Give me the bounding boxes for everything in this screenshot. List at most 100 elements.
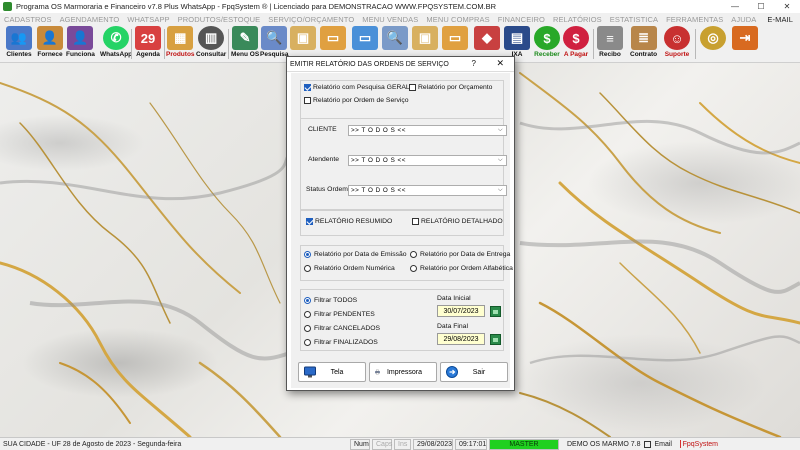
data-final-input[interactable]: 29/08/2023 (437, 333, 485, 345)
toolbar-separator (228, 29, 229, 59)
atendente-label: Atendente (308, 156, 339, 163)
geral-checkbox[interactable]: Relatório com Pesquisa GERAL (304, 84, 410, 91)
orcamento-checkbox[interactable]: Relatório por Orçamento (409, 84, 492, 91)
toolbar-receber-button[interactable]: $ Receber (534, 26, 560, 62)
support-icon: ☺ (664, 26, 690, 50)
menu-financeiro[interactable]: FINANCEIRO (498, 15, 545, 24)
sort-numerica-radio[interactable]: Relatório Ordem Numérica (304, 265, 395, 272)
screen-icon (304, 366, 316, 378)
checkbox-checked (304, 84, 311, 91)
checkbox-unchecked (412, 218, 419, 225)
data-final-label: Data Final (437, 323, 468, 330)
products-icon: ▦ (167, 26, 194, 50)
report-dialog: EMITIR RELATÓRIO DAS ORDENS DE SERVIÇO ?… (286, 56, 515, 391)
data-inicial-input[interactable]: 30/07/2023 (437, 305, 485, 317)
menu-cadastros[interactable]: CADASTROS (4, 15, 52, 24)
detalhado-checkbox[interactable]: RELATÓRIO DETALHADO (412, 218, 503, 225)
menu-bar: CADASTROS AGENDAMENTO WHATSAPP PRODUTOS/… (0, 13, 800, 25)
filter-cancelados-radio[interactable]: Filtrar CANCELADOS (304, 325, 380, 332)
filter-todos-radio[interactable]: Filtrar TODOS (304, 297, 357, 304)
status-master: MASTER (489, 438, 559, 450)
calendar-icon[interactable] (490, 306, 501, 317)
window-title: Programa OS Marmoraria e Financeiro v7.8… (16, 2, 497, 11)
menu-ajuda[interactable]: AJUDA (731, 15, 756, 24)
calendar-icon: 29 (135, 26, 161, 50)
receipt-icon: ≡ (597, 26, 623, 50)
menu-whatsapp[interactable]: WHATSAPP (127, 15, 169, 24)
calendar-icon[interactable] (490, 334, 501, 345)
data-inicial-label: Data Inicial (437, 295, 471, 302)
toolbar-agenda-button[interactable]: 29 Agenda (135, 26, 161, 62)
exit-icon: ⇥ (732, 26, 758, 50)
help-button[interactable]: ? (472, 59, 476, 68)
checkbox-checked (306, 218, 313, 225)
menu-agendamento[interactable]: AGENDAMENTO (60, 15, 120, 24)
sort-alfabetica-radio[interactable]: Relatório por Ordem Alfabética (410, 265, 513, 272)
printer-icon (375, 369, 380, 375)
app-icon (3, 2, 12, 11)
toolbar-a-pagar-button[interactable]: $ A Pagar (563, 26, 589, 62)
toolbar-suporte-button[interactable]: ☺ Suporte (664, 26, 690, 62)
gift-icon: ◆ (474, 26, 500, 50)
radio-selected (304, 251, 311, 258)
coins-icon: ◎ (700, 26, 726, 50)
menu-relatorios[interactable]: RELATÓRIOS (553, 15, 602, 24)
toolbar-contrato-button[interactable]: ≣ Contrato (630, 26, 657, 62)
resumido-checkbox[interactable]: RELATÓRIO RESUMIDO (306, 218, 392, 225)
atendente-select[interactable]: >> T O D O S << ⌵ (348, 155, 507, 166)
chevron-down-icon: ⌵ (497, 157, 503, 163)
toolbar-funciona-button[interactable]: 👤 Funciona (66, 26, 95, 62)
menu-compras[interactable]: MENU COMPRAS (426, 15, 489, 24)
toolbar-menu-os-button[interactable]: ✎ Menu OS (231, 26, 259, 62)
dialog-title-bar: EMITIR RELATÓRIO DAS ORDENS DE SERVIÇO ?… (287, 57, 514, 72)
clients-icon: 👥 (6, 26, 32, 50)
toolbar-coins-button[interactable]: ◎ (700, 26, 726, 62)
sair-button[interactable]: Sair (440, 362, 508, 382)
close-window-button[interactable]: ✕ (774, 0, 800, 13)
status-email[interactable]: Email (641, 439, 675, 450)
filter-finalizados-radio[interactable]: Filtrar FINALIZADOS (304, 339, 378, 346)
dialog-title: EMITIR RELATÓRIO DAS ORDENS DE SERVIÇO (290, 60, 449, 68)
dialog-close-button[interactable]: ✕ (496, 58, 504, 69)
cliente-select[interactable]: >> T O D O S << ⌵ (348, 125, 507, 136)
menu-servico-orcamento[interactable]: SERVIÇO/ORÇAMENTO (268, 15, 354, 24)
employee-icon: 👤 (67, 26, 94, 50)
minimize-button[interactable]: — (722, 0, 748, 13)
toolbar-consultar-button[interactable]: ▥ Consultar (196, 26, 226, 62)
service-order-icon: ✎ (232, 26, 259, 50)
tela-button[interactable]: Tela (298, 362, 366, 382)
filter-pendentes-radio[interactable]: Filtrar PENDENTES (304, 311, 375, 318)
maximize-button[interactable]: ☐ (748, 0, 774, 13)
toolbar-clientes-button[interactable]: 👥 Clientes (6, 26, 32, 62)
menu-email[interactable]: E-MAIL (767, 15, 793, 24)
toolbar-pesquisa-button[interactable]: 🔍 Pesquisa (260, 26, 289, 62)
radio-unselected (410, 251, 417, 258)
search-doc-icon: 🔍 (261, 26, 288, 50)
toolbar-separator (131, 29, 132, 59)
brand-icon (680, 440, 681, 448)
ordem-servico-checkbox[interactable]: Relatório por Ordem de Serviço (304, 97, 409, 104)
email-icon (644, 440, 652, 448)
status-bar: SUA CIDADE - UF 28 de Agosto de 2023 - S… (0, 437, 800, 450)
box-icon: ▣ (290, 26, 316, 50)
status-ordem-select[interactable]: >> T O D O S << ⌵ (348, 185, 507, 196)
toolbar-whatsapp-button[interactable]: ✆ WhatsApp (100, 26, 132, 62)
menu-ferramentas[interactable]: FERRAMENTAS (666, 15, 723, 24)
sort-entrega-radio[interactable]: Relatório por Data de Entrega (410, 251, 510, 258)
toolbar-recibo-button[interactable]: ≡ Recibo (597, 26, 623, 62)
impressora-button[interactable]: Impressora (369, 362, 437, 382)
menu-estatistica[interactable]: ESTATISTICA (610, 15, 658, 24)
status-num: Num (350, 438, 370, 450)
toolbar-exit-button[interactable]: ⇥ (732, 26, 758, 62)
menu-produtos-estoque[interactable]: PRODUTOS/ESTOQUE (178, 15, 261, 24)
title-bar: Programa OS Marmoraria e Financeiro v7.8… (0, 0, 800, 13)
sort-emissao-radio[interactable]: Relatório por Data de Emissão (304, 251, 407, 258)
menu-vendas[interactable]: MENU VENDAS (362, 15, 418, 24)
toolbar-produtos-button[interactable]: ▦ Produtos (166, 26, 195, 62)
book-icon: ▤ (504, 26, 530, 50)
status-caps: Caps (372, 438, 392, 450)
radio-unselected (304, 339, 311, 346)
box-icon: ▣ (412, 26, 438, 50)
search-doc-icon: 🔍 (382, 26, 408, 50)
toolbar-fornece-button[interactable]: 👤 Fornece (37, 26, 63, 62)
